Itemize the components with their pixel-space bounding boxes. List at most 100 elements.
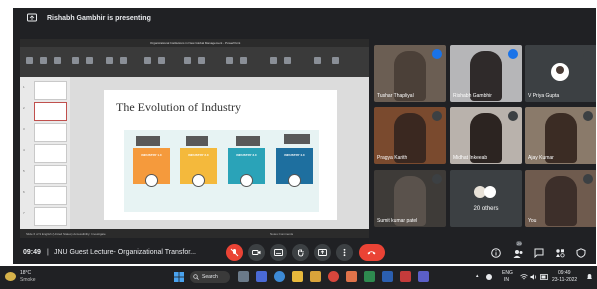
participant-tile[interactable]: Tushar Thapliyal: [374, 45, 446, 102]
ribbon-font-icon: [72, 57, 79, 64]
industry-card-label: INDUSTRY 1.0: [141, 153, 162, 157]
mic-button[interactable]: [226, 244, 243, 261]
volume-icon[interactable]: [530, 273, 538, 281]
people-icon[interactable]: [513, 249, 524, 259]
acrobat-icon[interactable]: [400, 271, 411, 282]
slide-number: 7: [23, 211, 25, 215]
participant-tile[interactable]: 20 others: [450, 170, 522, 227]
hand-icon: [297, 249, 304, 257]
participant-tile[interactable]: Pragya Karith: [374, 107, 446, 164]
file-explorer-icon[interactable]: [238, 271, 249, 282]
participant-tile[interactable]: Midhat Inkeeab: [450, 107, 522, 164]
participant-tile[interactable]: You: [525, 170, 596, 227]
chat-icon[interactable]: [534, 248, 544, 258]
clock-date[interactable]: 23-11-2022: [552, 277, 577, 283]
slide-number: 1: [23, 85, 25, 89]
slide-title: The Evolution of Industry: [116, 100, 241, 114]
present-screen-icon: [318, 249, 327, 256]
search-icon: [193, 274, 199, 280]
language-bottom[interactable]: IN: [504, 277, 509, 283]
meet-window: Rishabh Gambhir is presenting Organizati…: [13, 8, 596, 264]
slide-number: 6: [23, 190, 25, 194]
raise-hand-button[interactable]: [292, 244, 309, 261]
battery-icon[interactable]: [540, 273, 549, 281]
task-view-icon[interactable]: [256, 271, 267, 282]
teams-icon[interactable]: [418, 271, 429, 282]
participant-name: V Priya Gupta: [528, 93, 560, 99]
tray-chevron-icon[interactable]: ▴: [476, 273, 479, 279]
edge-icon[interactable]: [274, 271, 285, 282]
participant-tile[interactable]: Sumit kumar patel: [374, 170, 446, 227]
powerpoint-icon[interactable]: [346, 271, 357, 282]
current-slide: The Evolution of Industry INDUSTRY 1.0 I…: [104, 90, 337, 220]
ribbon-reset-icon: [54, 57, 61, 64]
powerpoint-ribbon: [20, 47, 369, 77]
excel-icon[interactable]: [364, 271, 375, 282]
ribbon-share-icon: [284, 57, 291, 64]
captions-button[interactable]: [270, 244, 287, 261]
factory-icon: [136, 136, 160, 146]
clock-time[interactable]: 09:49: [558, 270, 571, 276]
present-button[interactable]: [314, 244, 331, 261]
status-left: Slide 6 of 9 English (United States) Acc…: [26, 232, 106, 236]
word-icon[interactable]: [382, 271, 393, 282]
windows-start-icon[interactable]: [174, 272, 184, 282]
speaking-icon: [508, 49, 518, 59]
industry-card-label: INDUSTRY 2.0: [188, 153, 209, 157]
notification-icon[interactable]: [586, 273, 593, 281]
status-right: Notes Comments: [270, 232, 294, 236]
language-top[interactable]: ENG: [502, 270, 513, 276]
participant-name: Sumit kumar patel: [377, 218, 418, 224]
steam-icon: [145, 174, 158, 187]
ribbon-designer-icon: [240, 57, 247, 64]
info-icon[interactable]: [491, 248, 501, 258]
end-call-icon: [367, 251, 376, 255]
ribbon-dictate-icon: [226, 57, 233, 64]
ribbon-layout-icon: [40, 57, 47, 64]
more-vert-icon: [343, 248, 346, 257]
slide-thumbnail: [34, 144, 67, 163]
others-count: 20 others: [473, 206, 499, 212]
participant-tile[interactable]: Ajay Kumar: [525, 107, 596, 164]
participant-name: Rishabh Gambhir: [453, 93, 492, 99]
mic-off-icon: [508, 111, 518, 121]
speaking-icon: [432, 49, 442, 59]
wifi-icon[interactable]: [520, 273, 528, 281]
taskbar-search-box[interactable]: Search: [190, 271, 230, 283]
onedrive-icon[interactable]: [486, 274, 492, 280]
meeting-separator: |: [47, 249, 49, 256]
camera-button[interactable]: [248, 244, 265, 261]
chrome-icon[interactable]: [328, 271, 339, 282]
slide-thumbnail-selected: [34, 102, 67, 121]
folder-icon[interactable]: [292, 271, 303, 282]
meeting-controls-bar: 09:49 | JNU Guest Lecture- Organizationa…: [13, 241, 596, 264]
mic-off-icon: [583, 174, 593, 184]
robot-arm-icon: [236, 136, 260, 146]
ribbon-arrange-icon: [158, 57, 165, 64]
leave-call-button[interactable]: [359, 244, 385, 261]
industry-card-label: INDUSTRY 3.0: [236, 153, 257, 157]
captions-icon: [274, 249, 283, 256]
weather-icon: [5, 272, 16, 281]
weather-temp: 18°C: [20, 270, 32, 276]
ribbon-shapes-icon: [144, 57, 151, 64]
shared-screen: Organizational Institutions in New Globa…: [20, 39, 369, 238]
ribbon-record-icon: [332, 57, 339, 64]
activities-icon[interactable]: [555, 248, 565, 258]
slide-thumbnail: [34, 186, 67, 205]
avatar: [551, 63, 569, 81]
ribbon-addin-icon: [270, 57, 277, 64]
store-icon[interactable]: [310, 271, 321, 282]
participant-tile[interactable]: V Priya Gupta: [525, 45, 596, 102]
mic-off-icon: [230, 248, 239, 257]
host-controls-icon[interactable]: [576, 248, 586, 258]
powerpoint-window-title: Organizational Institutions in New Globa…: [150, 41, 241, 45]
mic-off-icon: [583, 111, 593, 121]
camera-icon: [252, 250, 261, 255]
more-options-button[interactable]: [336, 244, 353, 261]
computer-icon: [240, 174, 253, 187]
participant-name: Midhat Inkeeab: [453, 155, 488, 161]
participant-tile[interactable]: Rishabh Gambhir: [450, 45, 522, 102]
slide-number: 3: [23, 127, 25, 131]
participant-video: [545, 176, 577, 226]
